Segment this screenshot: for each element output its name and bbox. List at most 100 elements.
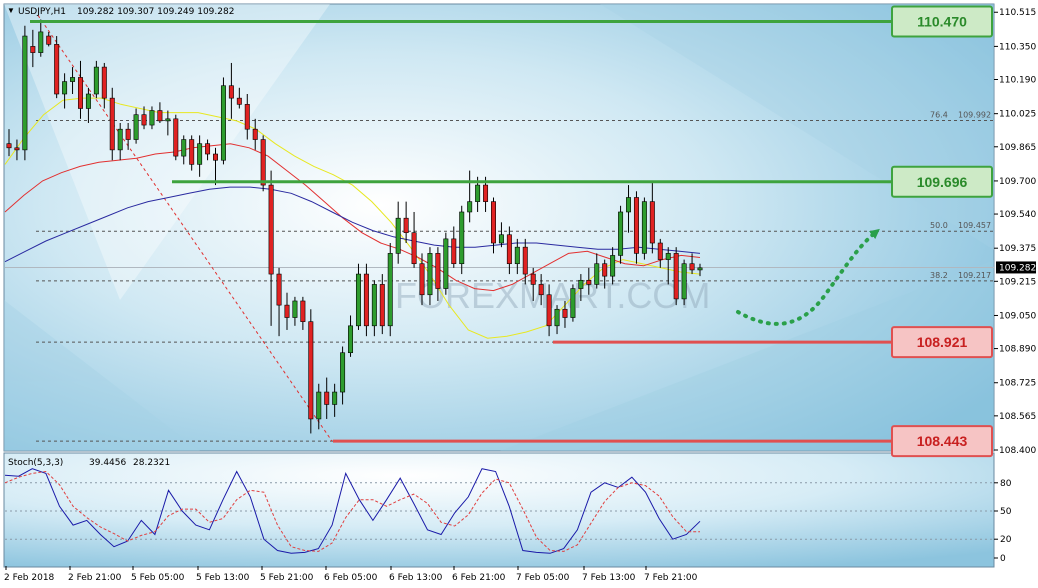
candle-body <box>530 273 536 285</box>
level-label: 109.696 <box>917 174 968 190</box>
candle-body <box>459 211 465 265</box>
candle-body <box>483 184 489 202</box>
candle-body <box>641 201 647 254</box>
candle-body <box>220 85 226 161</box>
y-tick-label: 108.565 <box>999 412 1036 422</box>
candle-body <box>475 184 481 202</box>
stoch-pane <box>3 452 995 568</box>
candle-body <box>38 31 44 53</box>
y-tick-label: 108.890 <box>999 345 1036 355</box>
candle-body <box>626 197 632 213</box>
candle-body <box>300 300 306 322</box>
y-tick-label: 109.050 <box>999 311 1036 321</box>
candle-body <box>244 104 250 130</box>
y-tick-label: 110.190 <box>999 76 1036 86</box>
fib-value-label: 109.457 <box>958 221 991 230</box>
candle-body <box>395 217 401 254</box>
candle-body <box>70 77 76 82</box>
candle-body <box>93 66 99 95</box>
candle-body <box>506 234 512 265</box>
candle-body <box>14 147 20 151</box>
candle-body <box>379 284 385 327</box>
y-tick-label: 108.400 <box>999 446 1036 456</box>
candle-body <box>681 263 687 300</box>
fib-ratio-label: 50.0 <box>930 221 948 230</box>
candle-body <box>284 304 290 318</box>
candle-body <box>387 253 393 327</box>
stoch-y-tick-label: 80 <box>1000 479 1012 489</box>
chart-canvas: FOREXMART.COM 76.4 109.99250.0 109.45738.2… <box>0 0 1038 588</box>
candle-body <box>586 279 592 285</box>
x-tick-label: 2 Feb 21:00 <box>68 573 122 583</box>
candle-body <box>451 238 457 265</box>
y-tick-label: 109.865 <box>999 143 1036 153</box>
candle-body <box>657 242 663 260</box>
candle-body <box>101 66 107 99</box>
x-tick-label: 7 Feb 05:00 <box>516 573 570 583</box>
chart-symbol: USDJPY,H1 <box>18 7 66 17</box>
candle-body <box>522 246 528 275</box>
y-tick-label: 110.025 <box>999 110 1036 120</box>
candle-body <box>355 273 361 327</box>
candle-body <box>316 391 322 420</box>
candle-body <box>514 246 520 265</box>
candle-body <box>181 139 187 157</box>
x-tick-label: 5 Feb 13:00 <box>196 573 250 583</box>
x-tick-label: 7 Feb 13:00 <box>582 573 636 583</box>
candle-body <box>411 232 417 265</box>
x-tick-label: 6 Feb 21:00 <box>452 573 506 583</box>
x-tick-label: 6 Feb 05:00 <box>324 573 378 583</box>
x-tick-label: 5 Feb 21:00 <box>260 573 314 583</box>
stoch-d-value: 28.2321 <box>133 458 170 468</box>
candle-body <box>46 35 52 45</box>
chart-ohlc: 109.282 109.307 109.249 109.282 <box>77 7 234 17</box>
candle-body <box>419 263 425 296</box>
dropdown-icon[interactable]: ▼ <box>7 6 15 15</box>
y-tick-label: 109.375 <box>999 244 1036 254</box>
current-price-label: 109.282 <box>999 263 1036 273</box>
candle-body <box>546 294 552 327</box>
candle-body <box>252 128 258 140</box>
candle-body <box>649 201 655 244</box>
candle-body <box>157 110 163 122</box>
candle-body <box>62 81 68 95</box>
candle-body <box>213 153 218 161</box>
candle-body <box>594 263 600 285</box>
candle-body <box>665 253 671 260</box>
candle-body <box>109 97 115 151</box>
x-tick-label: 6 Feb 13:00 <box>389 573 443 583</box>
candle-body <box>189 139 195 165</box>
stoch-k-value: 39.4456 <box>89 458 126 468</box>
candle-body <box>491 201 496 244</box>
stoch-indicator-name: Stoch(5,3,3) <box>8 458 63 468</box>
fib-ratio-label: 76.4 <box>930 110 948 119</box>
candle-body <box>403 217 409 233</box>
candle-body <box>22 35 28 151</box>
candle-body <box>117 128 123 151</box>
candle-body <box>562 308 568 318</box>
candle-body <box>467 201 473 213</box>
level-label: 108.443 <box>917 433 968 449</box>
candle-body <box>610 255 616 277</box>
chart-root: FOREXMART.COM 76.4 109.992 50.0 109.457 38.2… <box>0 0 1038 588</box>
candle-body <box>77 77 83 109</box>
stoch-y-tick-label: 20 <box>1000 535 1012 545</box>
candle-body <box>554 308 560 327</box>
fib-ratio-label: 38.2 <box>930 271 948 280</box>
candle-body <box>6 143 12 149</box>
fib-value-label: 109.217 <box>958 271 991 280</box>
candle-body <box>165 118 171 122</box>
candle-body <box>205 143 211 155</box>
candle-body <box>498 234 504 244</box>
y-tick-label: 109.700 <box>999 177 1036 187</box>
y-tick-label: 109.540 <box>999 210 1036 220</box>
candle-body <box>141 114 147 126</box>
candle-body <box>125 128 131 140</box>
level-label: 110.470 <box>917 14 967 30</box>
candle-body <box>348 325 354 354</box>
candle-body <box>236 97 242 105</box>
candle-body <box>578 279 584 289</box>
y-tick-label: 109.215 <box>999 277 1036 287</box>
y-tick-label: 110.350 <box>999 42 1036 52</box>
candle-body <box>340 352 346 393</box>
